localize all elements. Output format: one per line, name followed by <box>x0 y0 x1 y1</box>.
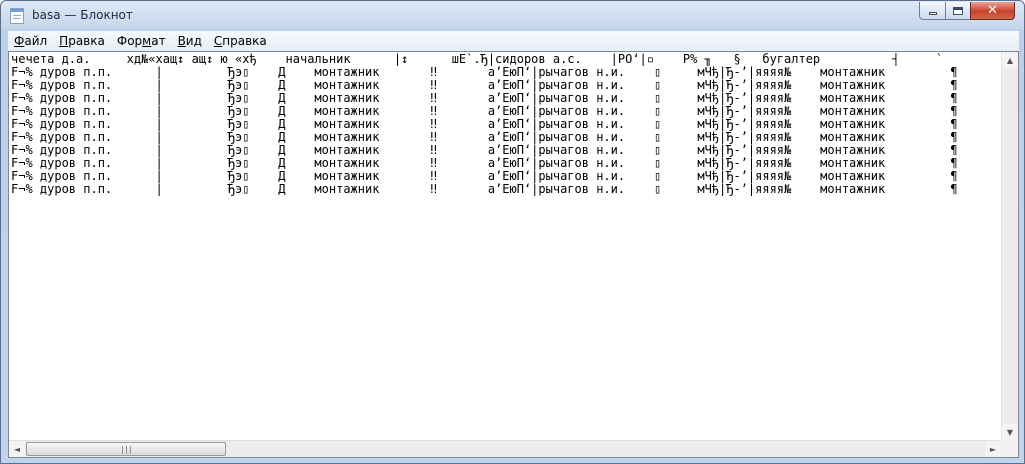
close-icon: ✕ <box>987 3 998 18</box>
minimize-icon <box>928 12 937 15</box>
menu-format[interactable]: Формат <box>111 34 172 48</box>
notepad-icon[interactable] <box>10 8 24 24</box>
scroll-left-button[interactable]: ◄ <box>9 441 25 457</box>
close-button[interactable]: ✕ <box>970 2 1015 20</box>
document-text[interactable]: чечета д.а. хд№«хащ↕ ащ↕ ю «хђ начальник… <box>11 53 1002 440</box>
menu-bar: Файл Правка Формат Вид Справка <box>8 31 1019 51</box>
scroll-down-button[interactable]: ▼ <box>1002 424 1018 440</box>
size-grip[interactable] <box>1001 440 1018 457</box>
text-line: F¬% дуров п.п. | Ђэ▯ Д монтажник ‼ а’ЕюП… <box>11 182 958 196</box>
maximize-button[interactable] <box>945 2 971 20</box>
window-title: basa — Блокнот <box>32 8 133 22</box>
menu-edit[interactable]: Правка <box>53 34 111 48</box>
maximize-icon <box>953 6 963 15</box>
minimize-button[interactable] <box>919 2 946 20</box>
scroll-right-button[interactable]: ► <box>985 441 1001 457</box>
horizontal-scroll-thumb[interactable]: ||| <box>26 442 226 456</box>
grip-icon: ||| <box>120 444 132 454</box>
title-bar[interactable]: basa — Блокнот ✕ <box>1 1 1024 31</box>
scroll-up-button[interactable]: ▲ <box>1002 52 1018 68</box>
text-editor[interactable]: чечета д.а. хд№«хащ↕ ащ↕ ю «хђ начальник… <box>8 51 1019 458</box>
vertical-scrollbar[interactable]: ▲ ▼ <box>1001 52 1018 440</box>
notepad-window: basa — Блокнот ✕ Файл Правка Формат Вид … <box>0 0 1025 464</box>
horizontal-scrollbar[interactable]: ◄ ||| ► <box>9 440 1001 457</box>
menu-file[interactable]: Файл <box>8 34 53 48</box>
menu-view[interactable]: Вид <box>172 34 208 48</box>
menu-help[interactable]: Справка <box>208 34 273 48</box>
